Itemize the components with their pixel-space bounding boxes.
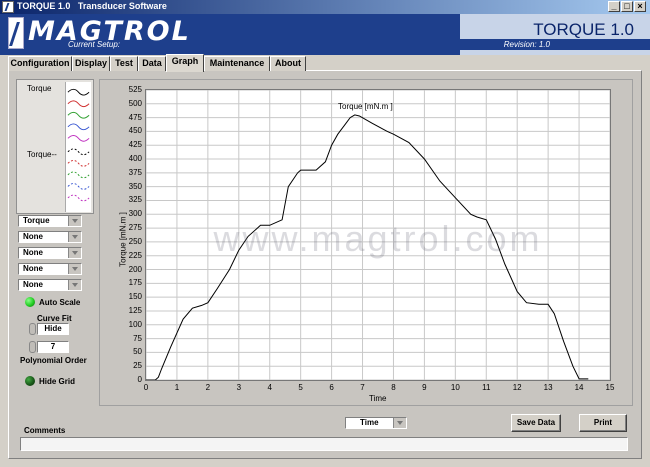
tab-maintenance[interactable]: Maintenance bbox=[204, 56, 270, 71]
tab-about[interactable]: About bbox=[270, 56, 306, 71]
y-tick-label: 100 bbox=[128, 319, 142, 329]
polynomial-order-label: Polynomial Order bbox=[20, 356, 87, 365]
x-tick-label: 8 bbox=[391, 383, 396, 392]
legend-swatches bbox=[65, 82, 91, 212]
y-tick-label: 50 bbox=[133, 347, 142, 357]
plot-select-2[interactable]: None bbox=[18, 231, 82, 243]
polynomial-order-value[interactable]: 7 bbox=[37, 341, 69, 353]
save-data-button[interactable]: Save Data bbox=[511, 414, 561, 432]
header-banner: MAGTROL Current Setup: TORQUE 1.0 Revisi… bbox=[0, 14, 650, 55]
y-tick-label: 525 bbox=[128, 85, 142, 94]
plot-select-4[interactable]: None bbox=[18, 263, 82, 275]
watermark: www.magtrol.com bbox=[213, 218, 543, 259]
y-tick-label: 0 bbox=[137, 375, 142, 384]
comments-field[interactable] bbox=[20, 437, 628, 451]
y-tick-label: 400 bbox=[128, 154, 142, 164]
hide-grid-label: Hide Grid bbox=[39, 377, 76, 386]
tab-data[interactable]: Data bbox=[138, 56, 166, 71]
x-axis-label: Time bbox=[369, 394, 387, 403]
y-tick-label: 175 bbox=[128, 278, 142, 288]
x-axis-select[interactable]: Time bbox=[345, 417, 407, 429]
x-tick-label: 15 bbox=[605, 383, 615, 392]
x-tick-label: 5 bbox=[298, 383, 303, 392]
app-icon bbox=[2, 1, 14, 13]
app-title: TORQUE 1.0 bbox=[533, 20, 634, 39]
auto-scale-label: Auto Scale bbox=[39, 298, 81, 307]
x-tick-label: 6 bbox=[329, 383, 334, 392]
plot-select-3[interactable]: None bbox=[18, 247, 82, 259]
tab-configuration[interactable]: Configuration bbox=[8, 56, 72, 71]
window-title: TORQUE 1.0 Transducer Software bbox=[17, 1, 167, 11]
current-setup-label: Current Setup: bbox=[68, 40, 121, 49]
curve-fit-stepper[interactable] bbox=[29, 323, 36, 335]
y-tick-label: 75 bbox=[133, 333, 142, 343]
maximize-button[interactable]: □ bbox=[621, 1, 633, 12]
polynomial-order-stepper[interactable] bbox=[29, 341, 36, 353]
y-tick-label: 375 bbox=[128, 167, 142, 177]
plot-select-5[interactable]: None bbox=[18, 279, 82, 291]
y-axis-label: Torque [mN.m ] bbox=[118, 212, 128, 267]
tab-display[interactable]: Display bbox=[72, 56, 110, 71]
y-tick-label: 325 bbox=[128, 195, 142, 205]
window-titlebar: TORQUE 1.0 Transducer Software _ □ × bbox=[0, 0, 650, 14]
magtrol-logo-icon bbox=[8, 17, 24, 49]
y-tick-label: 25 bbox=[133, 361, 142, 371]
revision-label: Revision: 1.0 bbox=[503, 40, 550, 49]
legend-label-torque-dashed: Torque-- bbox=[27, 150, 57, 159]
x-tick-label: 0 bbox=[143, 383, 149, 392]
y-tick-label: 350 bbox=[128, 181, 142, 191]
auto-scale-led[interactable] bbox=[25, 297, 35, 307]
x-tick-label: 1 bbox=[174, 383, 180, 392]
x-tick-label: 10 bbox=[450, 383, 460, 392]
print-button[interactable]: Print bbox=[579, 414, 627, 432]
y-tick-label: 500 bbox=[128, 98, 142, 108]
curve-fit-value[interactable]: Hide bbox=[37, 323, 69, 335]
chevron-down-icon bbox=[68, 216, 81, 226]
chart-title: Torque [mN.m ] bbox=[338, 102, 393, 111]
y-tick-label: 450 bbox=[128, 126, 142, 136]
plot-legend[interactable]: Torque Torque-- bbox=[16, 79, 94, 214]
x-tick-label: 12 bbox=[512, 383, 522, 392]
y-tick-label: 150 bbox=[128, 292, 142, 302]
x-tick-label: 2 bbox=[205, 383, 211, 392]
y-tick-label: 125 bbox=[128, 305, 142, 315]
tab-test[interactable]: Test bbox=[110, 56, 138, 71]
tab-graph[interactable]: Graph bbox=[166, 54, 204, 72]
chevron-down-icon bbox=[68, 232, 81, 242]
x-tick-label: 3 bbox=[236, 383, 242, 392]
minimize-button[interactable]: _ bbox=[608, 1, 620, 12]
comments-label: Comments bbox=[24, 426, 66, 435]
x-tick-label: 9 bbox=[422, 383, 427, 392]
plot-select-1[interactable]: Torque bbox=[18, 215, 82, 227]
legend-label-torque: Torque bbox=[27, 84, 52, 93]
hide-grid-led[interactable] bbox=[25, 376, 35, 386]
chevron-down-icon bbox=[68, 280, 81, 290]
y-tick-label: 475 bbox=[128, 112, 142, 122]
chevron-down-icon bbox=[393, 418, 406, 428]
close-button[interactable]: × bbox=[634, 1, 646, 12]
x-tick-label: 11 bbox=[482, 383, 491, 392]
chevron-down-icon bbox=[68, 248, 81, 258]
x-tick-label: 13 bbox=[543, 383, 553, 392]
chevron-down-icon bbox=[68, 264, 81, 274]
x-tick-label: 14 bbox=[574, 383, 584, 392]
x-tick-label: 7 bbox=[360, 383, 365, 392]
x-tick-label: 4 bbox=[267, 383, 272, 392]
curve-fit-label: Curve Fit bbox=[37, 314, 72, 323]
y-tick-label: 425 bbox=[128, 140, 142, 150]
